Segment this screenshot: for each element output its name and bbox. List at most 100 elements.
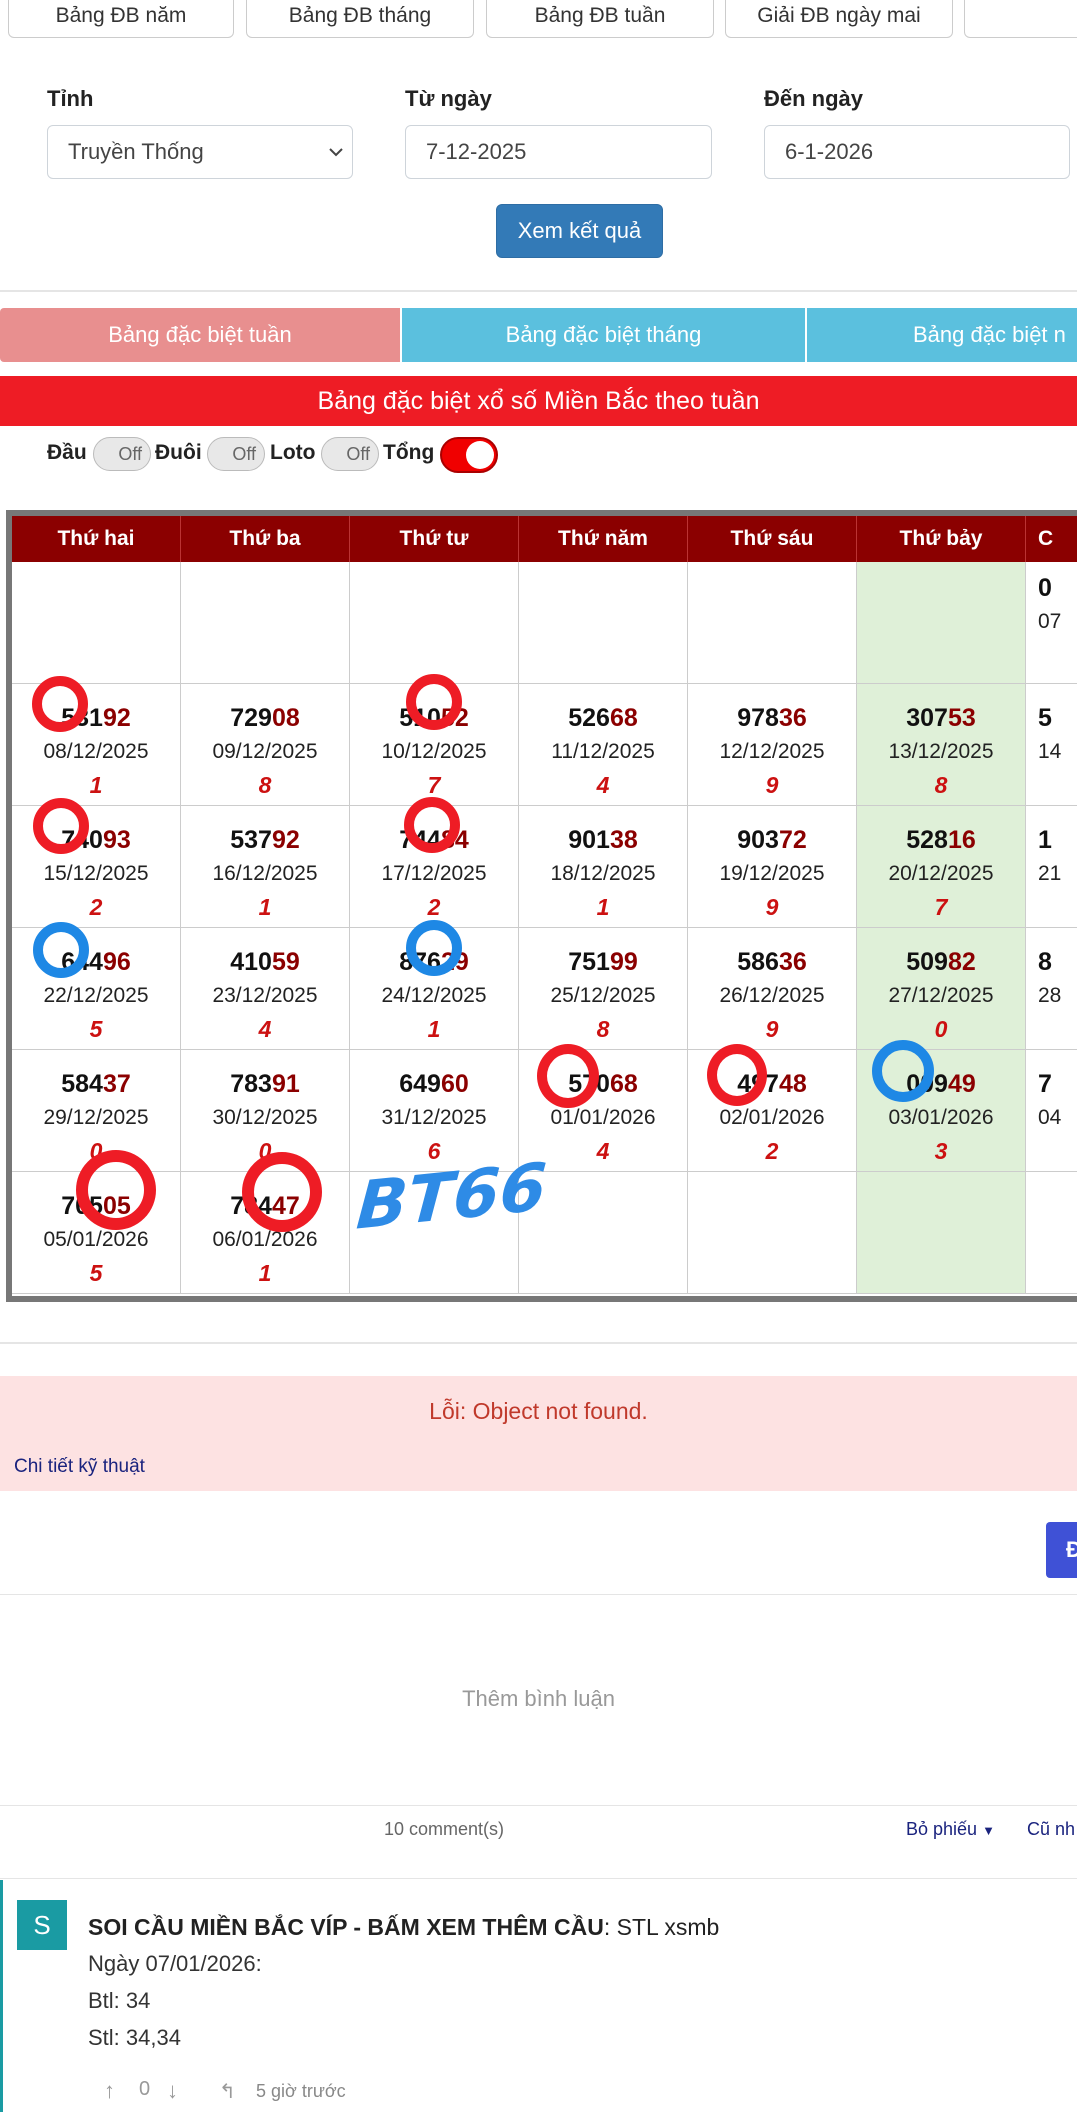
red-circle-mark [76, 1150, 156, 1230]
special-number: 1 [1038, 826, 1077, 855]
toggle-state: Off [346, 443, 370, 464]
comment-line: Stl: 34,34 [88, 2025, 181, 2050]
tab-label: Bảng ĐB tháng [288, 4, 432, 27]
number-tail: 82 [947, 948, 976, 976]
number-tail: 93 [102, 826, 131, 854]
reply-icon[interactable]: ↰ [219, 2079, 236, 2104]
number-tail: 48 [778, 1070, 807, 1098]
table-cell [688, 562, 857, 684]
toggle-loto[interactable]: Off [321, 437, 379, 471]
comment-author-suffix: : STL xsmb [603, 1914, 720, 1940]
number-tail: 38 [609, 826, 638, 854]
blue-circle-mark [33, 922, 89, 978]
number-head: 1 [1038, 826, 1052, 854]
number-head: 526 [568, 704, 610, 732]
comment-count: 10 comment(s) [384, 1819, 505, 1839]
subtab-weekly[interactable]: Bảng đặc biệt tuần [0, 308, 400, 362]
view-results-button[interactable]: Xem kết quả [496, 204, 663, 258]
special-number: 53792 [181, 826, 349, 855]
red-circle-mark [707, 1044, 767, 1106]
toggle-knob [466, 441, 494, 469]
number-tail: 92 [271, 826, 300, 854]
table-cell: 53792 16/12/2025 1 [181, 806, 350, 928]
special-number: 97836 [688, 704, 856, 733]
sort-by-votes[interactable]: Bỏ phiếu ▼ [906, 1819, 995, 1840]
toggle-head[interactable]: Off [93, 437, 151, 471]
blue-circle-mark [406, 920, 462, 976]
number-head: 978 [737, 704, 779, 732]
table-cell: 78391 30/12/2025 0 [181, 1050, 350, 1172]
error-alert: Lỗi: Object not found. Chi tiết kỹ thuật [0, 1376, 1077, 1491]
divider [0, 1805, 1077, 1806]
number-tail: 36 [778, 948, 807, 976]
divider [0, 1878, 1077, 1879]
tab-tomorrow-db[interactable]: Giải ĐB ngày mai [725, 0, 953, 38]
side-action-button[interactable]: Đ [1046, 1522, 1077, 1578]
draw-date: 28 [1038, 984, 1062, 1007]
digit-sum: 1 [89, 772, 103, 798]
toggle-sum[interactable] [440, 437, 498, 473]
comment-author[interactable]: SOI CẦU MIỀN BẮC VÍP - BẤM XEM THÊM CẦU [88, 1914, 604, 1940]
digit-sum: 2 [427, 894, 441, 920]
digit-sum: 9 [765, 772, 779, 798]
number-tail: 72 [778, 826, 807, 854]
table-cell [857, 562, 1026, 684]
sort-by-oldest[interactable]: Cũ nh [1027, 1819, 1075, 1840]
tab-more[interactable] [964, 0, 1077, 38]
digit-sum: 8 [258, 772, 272, 798]
number-tail: 49 [947, 1070, 976, 1098]
tab-monthly-db[interactable]: Bảng ĐB tháng [246, 0, 474, 38]
draw-date: 25/12/2025 [550, 984, 656, 1007]
number-tail: 37 [102, 1070, 131, 1098]
comment-line: Btl: 34 [88, 1988, 151, 2013]
digit-sum: 1 [596, 894, 610, 920]
special-number: 58437 [12, 1070, 180, 1099]
number-head: 537 [230, 826, 272, 854]
to-date-label: Đến ngày [764, 86, 864, 111]
number-tail: 68 [609, 1070, 638, 1098]
number-tail: 59 [271, 948, 300, 976]
province-label: Tỉnh [47, 86, 94, 111]
col-header-sunday: C [1026, 516, 1077, 562]
table-cell: 58636 26/12/2025 9 [688, 928, 857, 1050]
draw-date: 11/12/2025 [551, 740, 655, 763]
draw-date: 06/01/2026 [212, 1228, 318, 1251]
tab-yearly-db[interactable]: Bảng ĐB năm [8, 0, 234, 38]
to-date-input[interactable]: 6-1-2026 [764, 125, 1070, 179]
special-number: 50982 [857, 948, 1025, 977]
toggle-tail[interactable]: Off [207, 437, 265, 471]
draw-date: 19/12/2025 [719, 862, 825, 885]
from-date-value: 7-12-2025 [426, 139, 527, 164]
digit-sum: 4 [596, 772, 610, 798]
from-date-input[interactable]: 7-12-2025 [405, 125, 712, 179]
number-tail: 08 [271, 704, 300, 732]
number-head: 5 [1038, 704, 1052, 732]
col-header-saturday: Thứ bảy [857, 516, 1026, 562]
tab-weekly-db[interactable]: Bảng ĐB tuần [486, 0, 714, 38]
draw-date: 21 [1038, 862, 1062, 885]
banner-title: Bảng đặc biệt xổ số Miền Bắc theo tuần [0, 376, 1077, 426]
toggle-label-loto: Loto [270, 441, 316, 464]
subtab-yearly[interactable]: Bảng đặc biệt n [807, 308, 1077, 362]
draw-date: 24/12/2025 [381, 984, 487, 1007]
draw-date: 04 [1038, 1106, 1062, 1129]
draw-date: 22/12/2025 [43, 984, 149, 1007]
downvote-icon[interactable]: ↓ [167, 2078, 178, 2104]
table-cell: 5 14 [1026, 684, 1077, 806]
digit-sum: 2 [765, 1138, 779, 1164]
table-cell: 72908 09/12/2025 8 [181, 684, 350, 806]
table-cell [350, 562, 519, 684]
add-comment-input[interactable]: Thêm bình luận [0, 1686, 1077, 1712]
upvote-icon[interactable]: ↑ [104, 2078, 115, 2104]
digit-sum: 2 [89, 894, 103, 920]
subtab-monthly[interactable]: Bảng đặc biệt tháng [402, 308, 805, 362]
table-cell: 30753 13/12/2025 8 [857, 684, 1026, 806]
province-select[interactable]: Truyền Thống [47, 125, 353, 179]
red-circle-mark [32, 676, 88, 732]
draw-date: 07 [1038, 610, 1062, 633]
toggle-state: Off [232, 443, 256, 464]
number-tail: 36 [778, 704, 807, 732]
technical-details-link[interactable]: Chi tiết kỹ thuật [14, 1456, 145, 1478]
special-number: 75199 [519, 948, 687, 977]
number-head: 903 [737, 826, 779, 854]
